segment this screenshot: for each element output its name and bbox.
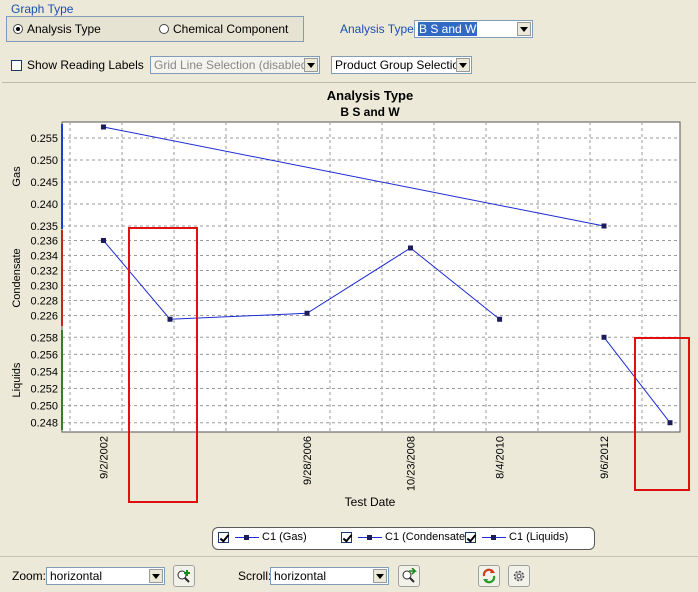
- series-line-icon: [235, 534, 259, 540]
- y-tick-label: 0.228: [30, 296, 58, 308]
- data-point: [100, 238, 106, 243]
- series-line-icon: [482, 534, 506, 540]
- y-tick-label: 0.248: [30, 418, 58, 430]
- zoom-in-button[interactable]: [173, 565, 195, 587]
- scroll-button[interactable]: [398, 565, 420, 587]
- y-tick-label: 0.254: [30, 366, 58, 378]
- x-tick-label: 9/6/2012: [599, 436, 611, 479]
- legend-label: C1 (Gas): [262, 531, 307, 543]
- chevron-down-icon[interactable]: [373, 569, 387, 583]
- y-axis-label: Liquids: [11, 362, 23, 397]
- data-point: [304, 310, 310, 316]
- data-point: [601, 334, 607, 340]
- x-tick-label: 9/28/2006: [302, 436, 314, 485]
- zoom-value: horizontal: [50, 569, 103, 583]
- y-tick-label: 0.240: [30, 199, 58, 211]
- y-axis-label: Condensate: [11, 248, 23, 307]
- y-tick-label: 0.234: [30, 251, 58, 263]
- zoom-label: Zoom:: [12, 569, 47, 583]
- legend-label: C1 (Condensate): [385, 531, 469, 543]
- refresh-icon: [482, 568, 496, 584]
- y-tick-label: 0.236: [30, 236, 58, 248]
- scroll-label: Scroll:: [238, 569, 272, 583]
- y-axis-label: Gas: [11, 166, 23, 187]
- check-icon[interactable]: [465, 531, 476, 543]
- data-point: [497, 316, 503, 322]
- data-point: [408, 245, 414, 251]
- data-point: [167, 316, 173, 322]
- legend-item-liquids[interactable]: C1 (Liquids): [465, 531, 568, 543]
- scroll-select[interactable]: horizontal: [270, 567, 389, 585]
- bottom-bar: Zoom: horizontal Scroll: horizontal: [0, 556, 698, 592]
- chart-subtitle: B S and W: [340, 105, 400, 119]
- data-point: [601, 223, 607, 229]
- y-tick-label: 0.226: [30, 311, 58, 323]
- plot-area: [61, 121, 681, 433]
- y-tick-label: 0.230: [30, 281, 58, 293]
- y-tick-label: 0.256: [30, 349, 58, 361]
- data-point: [100, 124, 106, 130]
- series-line-icon: [358, 534, 382, 540]
- legend-item-condensate[interactable]: C1 (Condensate): [341, 531, 469, 543]
- y-tick-label: 0.252: [30, 384, 58, 396]
- y-tick-label: 0.232: [30, 266, 58, 278]
- y-tick-label: 0.255: [30, 133, 58, 145]
- scroll-arrow-icon: [402, 568, 417, 583]
- legend-label: C1 (Liquids): [509, 531, 569, 543]
- y-tick-label: 0.235: [30, 221, 58, 233]
- chevron-down-icon[interactable]: [149, 569, 163, 583]
- refresh-button[interactable]: [478, 565, 500, 587]
- y-tick-label: 0.258: [30, 332, 58, 344]
- x-tick-label: 9/2/2002: [98, 436, 110, 479]
- x-axis-label: Test Date: [345, 495, 396, 509]
- check-icon[interactable]: [218, 531, 229, 543]
- gear-icon: [513, 570, 525, 582]
- chart-title: Analysis Type: [327, 88, 413, 103]
- zoom-in-icon: [177, 570, 190, 583]
- y-tick-label: 0.250: [30, 155, 58, 167]
- data-point: [667, 420, 673, 426]
- zoom-select[interactable]: horizontal: [46, 567, 165, 585]
- settings-button[interactable]: [508, 565, 530, 587]
- legend-item-gas[interactable]: C1 (Gas): [218, 531, 307, 543]
- x-tick-label: 10/23/2008: [406, 436, 418, 491]
- chart-svg: Analysis Type B S and W 0.255 0.250 0.245 0…: [11, 88, 690, 509]
- chart-legend: C1 (Gas) C1 (Condensate) C1 (Liquids): [212, 527, 595, 550]
- check-icon[interactable]: [341, 531, 352, 543]
- y-tick-label: 0.245: [30, 177, 58, 189]
- x-tick-label: 8/4/2010: [495, 436, 507, 479]
- y-tick-label: 0.250: [30, 401, 58, 413]
- scroll-value: horizontal: [274, 569, 327, 583]
